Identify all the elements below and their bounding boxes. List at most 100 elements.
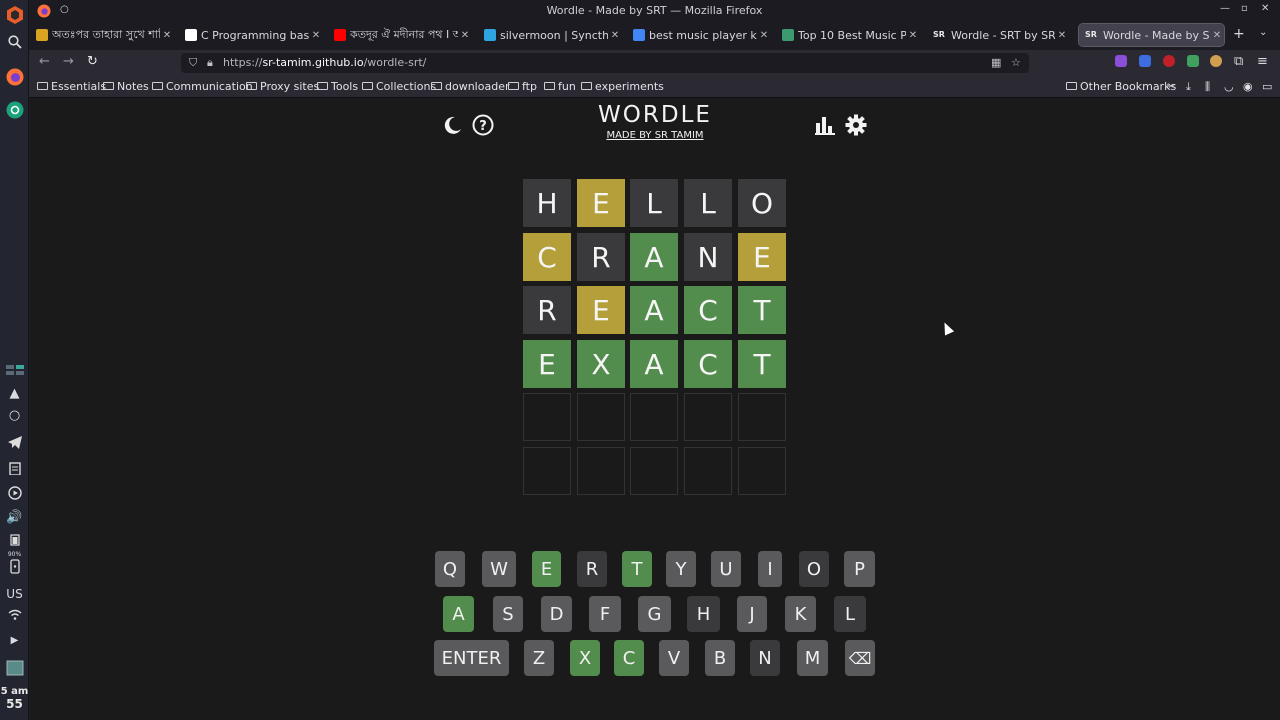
- tab-0[interactable]: অতঃপর তাহারা সুখে শান্তিতে✕: [32, 24, 174, 46]
- key-r[interactable]: R: [577, 551, 607, 587]
- key-h[interactable]: H: [687, 596, 720, 632]
- url-bar[interactable]: ⛉ 🔒︎ https://sr-tamim.github.io/wordle-s…: [181, 53, 1029, 73]
- firefox-icon[interactable]: [0, 68, 29, 91]
- bookmark-folder[interactable]: Communication: [152, 80, 253, 93]
- tab-close-icon[interactable]: ✕: [906, 30, 920, 41]
- other-bookmarks[interactable]: Other Bookmarks: [1066, 80, 1176, 93]
- key-w[interactable]: W: [482, 551, 516, 587]
- app-icon[interactable]: [0, 101, 29, 124]
- extension-bitwarden-icon[interactable]: [1139, 55, 1151, 67]
- extension-avatar-icon[interactable]: [1210, 55, 1222, 67]
- game-subtitle-link[interactable]: MADE BY SR TAMIM: [606, 130, 703, 141]
- extensions-icon[interactable]: ⧉: [1234, 54, 1243, 69]
- downloads-icon[interactable]: ⤓: [1186, 80, 1191, 94]
- pager-icon[interactable]: [0, 364, 29, 380]
- key-f[interactable]: F: [589, 596, 621, 632]
- key-y[interactable]: Y: [666, 551, 696, 587]
- key-z[interactable]: Z: [524, 640, 554, 676]
- reload-icon[interactable]: ↻: [87, 54, 98, 69]
- back-icon[interactable]: ←: [39, 54, 50, 69]
- phone-connect-icon[interactable]: [0, 559, 29, 579]
- key-b[interactable]: B: [705, 640, 735, 676]
- tab-5[interactable]: Top 10 Best Music Player✕: [778, 24, 920, 46]
- tab-close-icon[interactable]: ✕: [309, 30, 323, 41]
- screen-icon[interactable]: ▭: [1262, 80, 1272, 93]
- tab-list-icon[interactable]: ⌄: [1259, 27, 1267, 38]
- bookmark-folder[interactable]: downloader: [431, 80, 509, 93]
- key-a[interactable]: A: [443, 596, 474, 632]
- extension-ublock-icon[interactable]: [1163, 55, 1175, 67]
- bookmark-folder[interactable]: Tools: [317, 80, 358, 93]
- key-s[interactable]: S: [493, 596, 523, 632]
- drop-icon[interactable]: ▲: [0, 386, 29, 402]
- bookmark-folder[interactable]: Collections: [362, 80, 436, 93]
- key-c[interactable]: C: [614, 640, 644, 676]
- bookmark-folder[interactable]: ftp: [508, 80, 537, 93]
- key-m[interactable]: M: [797, 640, 828, 676]
- show-desktop-icon[interactable]: [0, 660, 29, 681]
- key-d[interactable]: D: [541, 596, 572, 632]
- forward-icon[interactable]: →: [63, 54, 74, 69]
- restore-icon[interactable]: ▫: [1241, 3, 1248, 14]
- settings-gear-icon[interactable]: [845, 114, 867, 136]
- clipboard-icon[interactable]: [0, 461, 29, 480]
- library-icon[interactable]: ⫼: [1205, 80, 1210, 94]
- bookmark-folder[interactable]: experiments: [581, 80, 664, 93]
- bookmark-star-icon[interactable]: ☆: [1011, 56, 1021, 69]
- key-i[interactable]: I: [758, 551, 782, 587]
- circle-icon[interactable]: ○: [0, 408, 29, 424]
- tab-close-icon[interactable]: ✕: [160, 30, 174, 41]
- key-j[interactable]: J: [737, 596, 767, 632]
- key-u[interactable]: U: [711, 551, 741, 587]
- bookmark-folder[interactable]: Notes: [103, 80, 149, 93]
- app-menu-icon[interactable]: ≡: [1257, 54, 1268, 69]
- volume-icon[interactable]: 🔊: [0, 510, 29, 526]
- expand-tray-icon[interactable]: ▶: [0, 633, 29, 649]
- tab-3[interactable]: silvermoon | Syncthing✕: [480, 24, 622, 46]
- media-player-icon[interactable]: [0, 486, 29, 505]
- clock[interactable]: 5 am 55: [0, 686, 29, 710]
- shield-icon[interactable]: ⛉: [189, 56, 197, 70]
- tab-6[interactable]: SR Wordle - SRT by SRT ✕: [927, 24, 1069, 46]
- minimize-icon[interactable]: —: [1220, 3, 1230, 14]
- app-launcher-icon[interactable]: [0, 6, 29, 29]
- key-q[interactable]: Q: [435, 551, 465, 587]
- key-n[interactable]: N: [750, 640, 780, 676]
- tab-close-icon[interactable]: ✕: [458, 30, 472, 41]
- url-text[interactable]: https://sr-tamim.github.io/wordle-srt/: [223, 56, 426, 69]
- key-e[interactable]: E: [532, 551, 561, 587]
- key-v[interactable]: V: [659, 640, 689, 676]
- key-k[interactable]: K: [785, 596, 816, 632]
- game-subtitle[interactable]: MADE BY SR TAMIM: [30, 130, 1280, 141]
- lock-icon[interactable]: 🔒︎: [207, 56, 213, 70]
- tab-2[interactable]: কতদূর ঐ মদীনার পথ I আবু✕: [330, 24, 472, 46]
- tab-1[interactable]: C Programming basic - L✕: [181, 24, 323, 46]
- pocket-icon[interactable]: ◡: [1224, 80, 1234, 93]
- bookmark-folder[interactable]: fun: [544, 80, 576, 93]
- extension-green-icon[interactable]: [1187, 55, 1199, 67]
- bookmark-folder[interactable]: Proxy sites: [246, 80, 319, 93]
- search-icon[interactable]: [0, 35, 29, 54]
- key-l[interactable]: L: [834, 596, 866, 632]
- bookmark-folder[interactable]: Essentials: [37, 80, 106, 93]
- tab-4[interactable]: best music player kde pl✕: [629, 24, 771, 46]
- backspace-key[interactable]: ⌫: [845, 640, 875, 676]
- qr-code-icon[interactable]: ▦: [991, 56, 1001, 69]
- key-g[interactable]: G: [638, 596, 671, 632]
- battery-icon[interactable]: 90%: [0, 534, 29, 558]
- close-window-icon[interactable]: ✕: [1261, 3, 1269, 14]
- statistics-icon[interactable]: [814, 114, 836, 136]
- tab-close-icon[interactable]: ✕: [1055, 30, 1069, 41]
- new-tab-icon[interactable]: +: [1233, 26, 1245, 42]
- tab-7[interactable]: SR Wordle - Made by SRT✕: [1078, 23, 1225, 47]
- telegram-icon[interactable]: [0, 436, 29, 454]
- tab-close-icon[interactable]: ✕: [608, 30, 622, 41]
- tab-close-icon[interactable]: ✕: [1210, 30, 1224, 41]
- key-p[interactable]: P: [844, 551, 875, 587]
- tab-close-icon[interactable]: ✕: [757, 30, 771, 41]
- enter-key[interactable]: ENTER: [434, 640, 509, 676]
- key-t[interactable]: T: [622, 551, 652, 587]
- key-o[interactable]: O: [799, 551, 829, 587]
- keyboard-layout[interactable]: US: [0, 586, 29, 602]
- account-icon[interactable]: ◉: [1243, 80, 1253, 93]
